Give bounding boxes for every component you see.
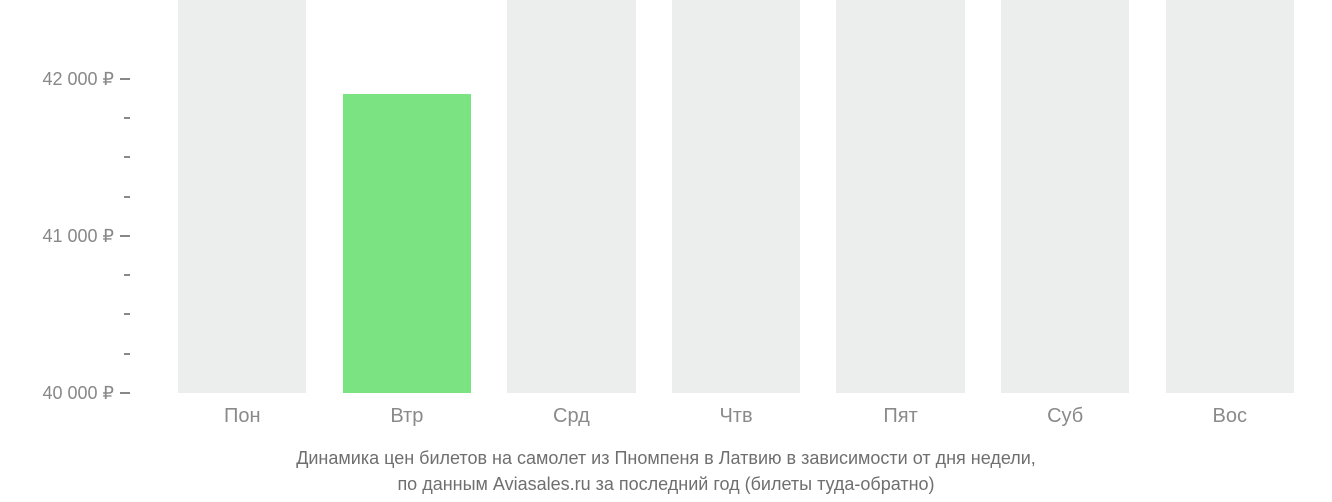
- tick-mark: [124, 313, 130, 315]
- weekday-price-chart: 42 000 ₽41 000 ₽40 000 ₽ ПонВтрСрдЧтвПят…: [0, 0, 1332, 502]
- y-tick-label: 42 000 ₽: [42, 69, 130, 90]
- bar: [178, 0, 306, 393]
- bar-slot: [325, 0, 490, 393]
- bar-highlight: [343, 94, 471, 393]
- bar: [672, 0, 800, 393]
- tick-mark: [124, 196, 130, 198]
- bar-slot: [654, 0, 819, 393]
- bar: [1166, 0, 1294, 393]
- x-axis-label: Пон: [160, 405, 325, 428]
- bar: [507, 0, 635, 393]
- caption-line-2: по данным Aviasales.ru за последний год …: [0, 471, 1332, 497]
- bar-slot: [983, 0, 1148, 393]
- chart-caption: Динамика цен билетов на самолет из Пномп…: [0, 445, 1332, 497]
- bar: [836, 0, 964, 393]
- x-axis-label: Суб: [983, 405, 1148, 428]
- plot-area: 42 000 ₽41 000 ₽40 000 ₽: [130, 0, 1322, 395]
- tick-mark: [124, 274, 130, 276]
- x-axis-label: Пят: [818, 405, 983, 428]
- x-axis-label: Втр: [325, 405, 490, 428]
- bar-slot: [160, 0, 325, 393]
- tick-mark: [124, 156, 130, 158]
- x-axis-label: Чтв: [654, 405, 819, 428]
- y-tick-label: 40 000 ₽: [42, 383, 130, 404]
- y-tick-label: 41 000 ₽: [42, 226, 130, 247]
- tick-mark: [124, 117, 130, 119]
- bar: [1001, 0, 1129, 393]
- bars-container: [130, 0, 1322, 393]
- x-axis-label: Срд: [489, 405, 654, 428]
- x-axis-label: Вос: [1147, 405, 1312, 428]
- bar-slot: [489, 0, 654, 393]
- bar-slot: [1147, 0, 1312, 393]
- caption-line-1: Динамика цен билетов на самолет из Пномп…: [0, 445, 1332, 471]
- tick-mark: [124, 353, 130, 355]
- x-axis-labels: ПонВтрСрдЧтвПятСубВос: [160, 405, 1312, 428]
- bar-slot: [818, 0, 983, 393]
